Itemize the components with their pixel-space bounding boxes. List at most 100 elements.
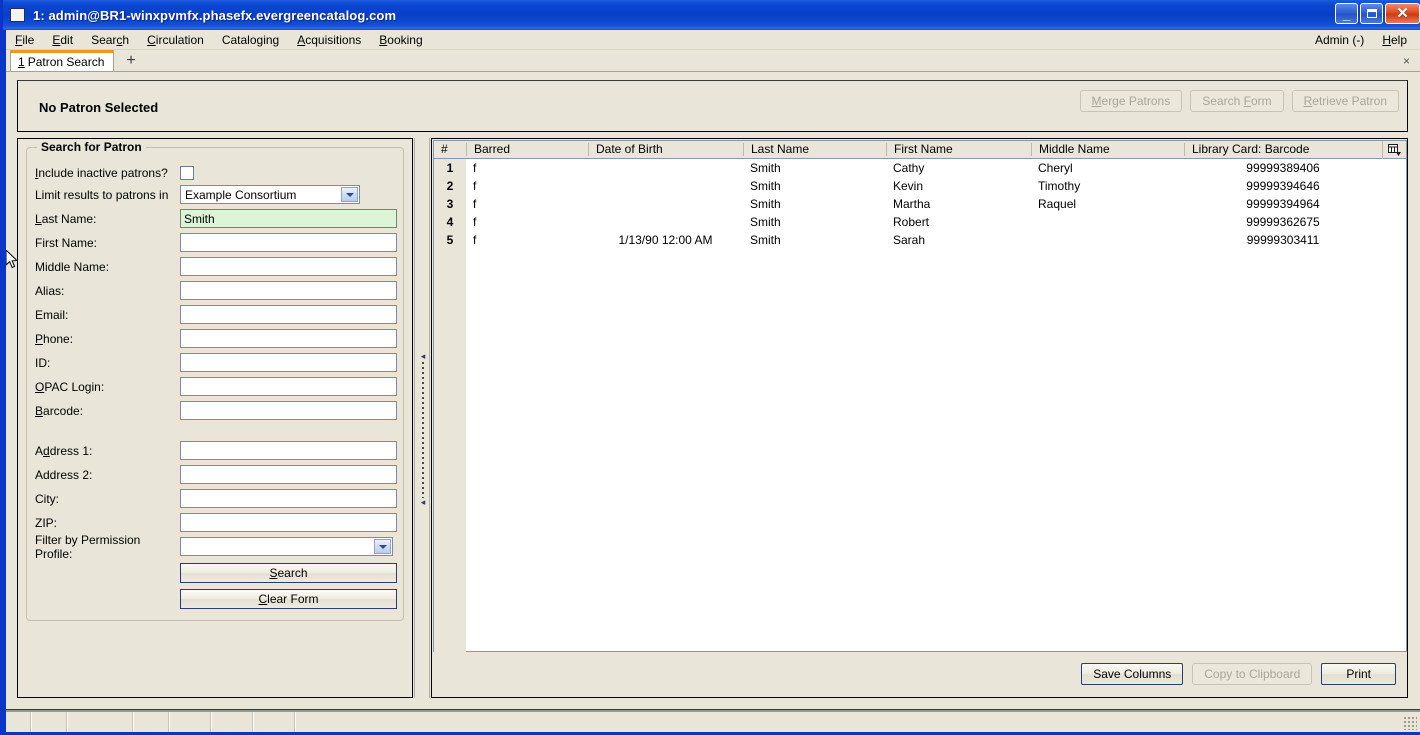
close-button[interactable]: ✕ <box>1385 3 1420 24</box>
phone-input[interactable] <box>180 329 397 348</box>
save-columns-button[interactable]: Save Columns <box>1081 663 1184 685</box>
new-tab-button[interactable]: + <box>122 53 139 69</box>
cell-middle-name: Cheryl <box>1038 161 1073 175</box>
table-row[interactable]: 4 f Smith Robert 99999362675 <box>434 213 1406 231</box>
id-input[interactable] <box>180 353 397 372</box>
cell-last-name: Smith <box>750 179 781 193</box>
cell-barred: f <box>473 161 477 175</box>
tab-patron-search[interactable]: 1 Patron Search <box>10 50 115 71</box>
field-row-city: City: <box>35 488 397 509</box>
column-header-library-card-barcode[interactable]: Library Card: Barcode <box>1184 143 1382 156</box>
column-header-last-name[interactable]: Last Name <box>743 143 886 156</box>
column-header-date-of-birth[interactable]: Date of Birth <box>588 143 743 156</box>
menu-item-acquisitions[interactable]: Acquisitions <box>288 31 370 49</box>
copy-to-clipboard-button[interactable]: Copy to Clipboard <box>1192 663 1313 685</box>
field-row-last-name: Last Name: <box>35 208 397 229</box>
close-tab-icon[interactable]: × <box>1403 54 1410 68</box>
address-2-input[interactable] <box>180 465 397 484</box>
address-1-input[interactable] <box>180 441 397 460</box>
phone-label: Phone: <box>35 331 74 346</box>
include-inactive-checkbox[interactable] <box>180 165 194 180</box>
status-bar <box>6 710 1420 732</box>
table-row[interactable]: 5 f 1/13/90 12:00 AM Smith Sarah 9999930… <box>434 231 1406 249</box>
column-header-number[interactable]: # <box>434 143 466 156</box>
cell-number: 5 <box>434 231 466 249</box>
menu-item-booking[interactable]: Booking <box>370 31 431 49</box>
splitter-grip[interactable] <box>422 362 424 498</box>
menu-item-cataloging[interactable]: Cataloging <box>213 31 288 49</box>
menu-item-circulation[interactable]: Circulation <box>138 31 213 49</box>
address-1-label: Address 1: <box>35 443 93 458</box>
email-label: Email: <box>35 307 69 322</box>
menu-item-admin[interactable]: Admin (-) <box>1306 31 1373 49</box>
search-panel: Search for Patron Include inactive patro… <box>17 138 413 698</box>
column-header-first-name[interactable]: First Name <box>886 143 1031 156</box>
barcode-input[interactable] <box>180 401 397 420</box>
retrieve-patron-button[interactable]: Retrieve Patron <box>1291 90 1399 112</box>
column-picker-icon[interactable] <box>1382 140 1406 159</box>
results-table-body: 1 f Smith Cathy Cheryl 99999389406 2 f S… <box>434 159 1406 671</box>
menu-item-search[interactable]: Search <box>82 31 138 49</box>
column-header-barred[interactable]: Barred <box>466 143 588 156</box>
maximize-button[interactable] <box>1360 3 1383 24</box>
clear-form-button[interactable]: Clear Form <box>180 588 397 609</box>
minimize-button[interactable]: _ <box>1335 3 1358 24</box>
results-table: # Barred Date of Birth Last Name First N… <box>433 140 1407 671</box>
middle-name-input[interactable] <box>180 257 397 276</box>
row-number-gutter <box>434 249 466 671</box>
search-group-title: Search for Patron <box>37 140 146 154</box>
cell-number: 2 <box>434 177 466 195</box>
menu-item-help[interactable]: Help <box>1373 31 1416 49</box>
field-row-email: Email: <box>35 304 397 325</box>
column-header-middle-name[interactable]: Middle Name <box>1031 143 1184 156</box>
window-icon <box>10 8 25 22</box>
merge-patrons-button[interactable]: Merge Patrons <box>1079 90 1183 112</box>
chevron-down-icon <box>374 539 391 554</box>
chevron-down-icon <box>341 187 358 202</box>
results-footer: Save Columns Copy to Clipboard Print <box>433 652 1407 696</box>
limit-results-select[interactable]: Example Consortium <box>180 185 360 204</box>
cell-barred: f <box>473 215 477 229</box>
cell-last-name: Smith <box>750 233 781 247</box>
cell-barred: f <box>473 233 477 247</box>
email-input[interactable] <box>180 305 397 324</box>
field-row-middle-name: Middle Name: <box>35 256 397 277</box>
cell-library-card-barcode: 99999394964 <box>1246 197 1320 211</box>
splitter-collapse-left-icon-2[interactable]: ◂ <box>419 498 427 507</box>
status-segment-8 <box>296 712 1420 732</box>
splitter-collapse-left-icon[interactable]: ◂ <box>419 352 427 361</box>
limit-results-value: Example Consortium <box>185 187 297 202</box>
field-row-alias: Alias: <box>35 280 397 301</box>
main-content: No Patron Selected Merge Patrons Search … <box>6 72 1420 709</box>
menu-bar-right: Admin (-) Help <box>1306 30 1416 50</box>
field-row-include-inactive: Include inactive patrons? <box>35 162 397 183</box>
cell-date-of-birth: 1/13/90 12:00 AM <box>618 233 713 247</box>
cell-library-card-barcode: 99999303411 <box>1246 233 1320 247</box>
panes-container: Search for Patron Include inactive patro… <box>17 138 1408 698</box>
status-segment-3 <box>68 712 134 732</box>
search-form-button[interactable]: Search Form <box>1190 90 1284 112</box>
permission-profile-select[interactable] <box>180 537 393 556</box>
pane-splitter[interactable]: ◂ ◂ <box>414 138 430 698</box>
table-row[interactable]: 2 f Smith Kevin Timothy 99999394646 <box>434 177 1406 195</box>
print-button[interactable]: Print <box>1321 663 1396 685</box>
search-button[interactable]: Search <box>180 562 397 583</box>
title-bar: 1: admin@BR1-winxpvmfx.phasefx.evergreen… <box>3 0 1420 30</box>
menu-item-edit[interactable]: Edit <box>43 31 82 49</box>
last-name-input[interactable] <box>180 209 397 228</box>
table-row[interactable]: 1 f Smith Cathy Cheryl 99999389406 <box>434 159 1406 177</box>
table-row[interactable]: 3 f Smith Martha Raquel 99999394964 <box>434 195 1406 213</box>
menu-item-file[interactable]: File <box>6 31 43 49</box>
field-row-address-2: Address 2: <box>35 464 397 485</box>
resize-grip-icon[interactable] <box>1403 716 1417 730</box>
cell-library-card-barcode: 99999362675 <box>1246 215 1320 229</box>
opac-login-input[interactable] <box>180 377 397 396</box>
maximize-icon <box>1361 4 1382 23</box>
results-table-header: # Barred Date of Birth Last Name First N… <box>434 140 1406 159</box>
city-input[interactable] <box>180 489 397 508</box>
first-name-input[interactable] <box>180 233 397 252</box>
alias-input[interactable] <box>180 281 397 300</box>
barcode-label: Barcode: <box>35 403 84 418</box>
zip-input[interactable] <box>180 513 397 532</box>
field-row-limit-results: Limit results to patrons in Example Cons… <box>35 184 397 205</box>
